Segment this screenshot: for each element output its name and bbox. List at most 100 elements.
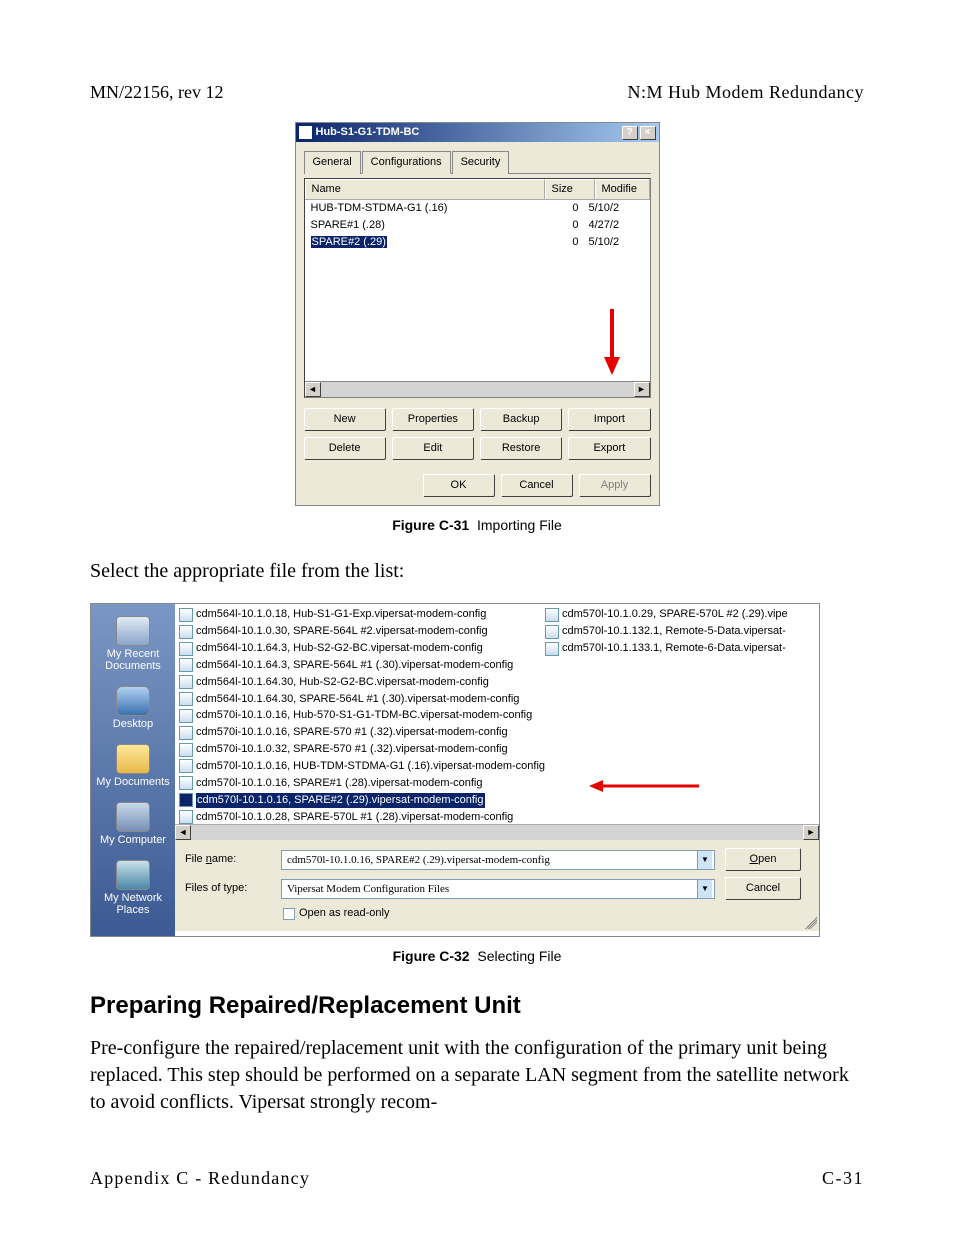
footer-right: C-31 [822,1166,864,1190]
places-bar: My Recent Documents Desktop My Documents… [91,604,175,936]
backup-button[interactable]: Backup [480,408,562,431]
scroll-left-button[interactable]: ◄ [305,382,321,397]
file-icon [179,709,193,723]
filename-combo[interactable]: ▼ [281,850,715,870]
col-name[interactable]: Name [305,179,545,199]
file-item[interactable]: cdm564l-10.1.0.18, Hub-S1-G1-Exp.vipersa… [179,606,545,623]
header-right: N:M Hub Modem Redundancy [628,80,864,104]
file-icon [179,625,193,639]
filetype-combo[interactable]: ▼ [281,879,715,899]
import-button[interactable]: Import [568,408,650,431]
scroll-left-button[interactable]: ◄ [175,825,191,840]
file-icon [179,642,193,656]
file-item[interactable]: cdm564l-10.1.64.3, Hub-S2-G2-BC.vipersat… [179,640,545,657]
config-dialog: Hub-S1-G1-TDM-BC ? × General Configurati… [295,122,660,505]
help-button[interactable]: ? [622,126,638,140]
desktop-icon [116,686,150,716]
file-open-dialog: My Recent Documents Desktop My Documents… [90,603,820,937]
apply-button[interactable]: Apply [579,474,651,497]
file-icon [179,608,193,622]
dialog-footer: OK Cancel Apply [304,470,651,497]
file-item[interactable]: cdm570l-10.1.0.16, SPARE#1 (.28).vipersa… [179,775,545,792]
table-row[interactable]: HUB-TDM-STDMA-G1 (.16) 0 5/10/2 [305,200,650,217]
scroll-right-button[interactable]: ► [803,825,819,840]
file-item[interactable]: cdm570l-10.1.0.16, SPARE#2 (.29).vipersa… [179,792,545,809]
ok-button[interactable]: OK [423,474,495,497]
file-item[interactable]: cdm564l-10.1.64.3, SPARE-564L #1 (.30).v… [179,657,545,674]
file-item[interactable]: cdm564l-10.1.0.30, SPARE-564L #2.vipersa… [179,623,545,640]
place-recent[interactable]: My Recent Documents [91,616,175,672]
file-item[interactable]: cdm570i-10.1.0.16, Hub-570-S1-G1-TDM-BC.… [179,707,545,724]
body-paragraph: Pre-configure the repaired/replacement u… [90,1035,864,1116]
tab-configurations[interactable]: Configurations [362,151,451,174]
file-list[interactable]: cdm564l-10.1.0.18, Hub-S1-G1-Exp.vipersa… [175,604,819,824]
cancel-button[interactable]: Cancel [725,877,801,900]
table-row-selected[interactable]: SPARE#2 (.29) 0 5/10/2 [305,234,650,251]
cancel-button[interactable]: Cancel [501,474,573,497]
section-heading: Preparing Repaired/Replacement Unit [90,990,864,1022]
scroll-track[interactable] [191,825,803,840]
file-item[interactable]: cdm570l-10.1.133.1, Remote-6-Data.vipers… [545,640,815,657]
button-grid: New Properties Backup Import Delete Edit… [304,408,651,460]
filename-input[interactable] [284,854,697,866]
file-item[interactable]: cdm570i-10.1.0.16, SPARE-570 #1 (.32).vi… [179,724,545,741]
col-modified[interactable]: Modifie [595,179,650,199]
horizontal-scrollbar[interactable]: ◄ ► [305,381,650,397]
page-header: MN/22156, rev 12 N:M Hub Modem Redundanc… [90,80,864,104]
recent-documents-icon [116,616,150,646]
file-item[interactable]: cdm570l-10.1.0.28, SPARE-570L #1 (.28).v… [179,809,545,825]
tab-security[interactable]: Security [452,151,510,174]
file-item[interactable]: cdm570i-10.1.0.32, SPARE-570 #1 (.32).vi… [179,741,545,758]
header-left: MN/22156, rev 12 [90,80,224,104]
open-button[interactable]: Open [725,848,801,871]
documents-icon [116,744,150,774]
place-computer[interactable]: My Computer [91,802,175,846]
close-button[interactable]: × [640,126,656,140]
export-button[interactable]: Export [568,437,650,460]
computer-icon [116,802,150,832]
table-row[interactable]: SPARE#1 (.28) 0 4/27/2 [305,217,650,234]
chevron-down-icon[interactable]: ▼ [697,851,712,869]
footer-left: Appendix C - Redundancy [90,1166,310,1190]
annotation-arrow-icon [589,779,699,793]
tab-general[interactable]: General [304,151,361,174]
readonly-row[interactable]: Open as read-only [281,906,715,921]
file-item[interactable]: cdm570l-10.1.132.1, Remote-5-Data.vipers… [545,623,815,640]
file-icon [545,608,559,622]
place-network[interactable]: My Network Places [91,860,175,916]
filetype-input[interactable] [284,883,697,895]
file-icon [179,675,193,689]
scroll-track[interactable] [321,382,634,397]
place-desktop[interactable]: Desktop [91,686,175,730]
readonly-checkbox[interactable] [283,908,295,920]
edit-button[interactable]: Edit [392,437,474,460]
list-body: HUB-TDM-STDMA-G1 (.16) 0 5/10/2 SPARE#1 … [305,200,650,251]
restore-button[interactable]: Restore [480,437,562,460]
filename-label: File name: [185,852,271,867]
filetype-label: Files of type: [185,881,271,896]
properties-button[interactable]: Properties [392,408,474,431]
file-icon [179,810,193,824]
readonly-label: Open as read-only [299,906,390,921]
file-icon [179,743,193,757]
scroll-right-button[interactable]: ► [634,382,650,397]
titlebar[interactable]: Hub-S1-G1-TDM-BC ? × [296,123,659,142]
file-item[interactable]: cdm570l-10.1.0.16, HUB-TDM-STDMA-G1 (.16… [179,758,545,775]
col-size[interactable]: Size [545,179,595,199]
page-footer: Appendix C - Redundancy C-31 [90,1166,864,1190]
chevron-down-icon[interactable]: ▼ [697,880,712,898]
place-documents[interactable]: My Documents [91,744,175,788]
file-horizontal-scrollbar[interactable]: ◄ ► [175,824,819,840]
delete-button[interactable]: Delete [304,437,386,460]
file-item[interactable]: cdm570l-10.1.0.29, SPARE-570L #2 (.29).v… [545,606,815,623]
network-icon [116,860,150,890]
file-icon [179,658,193,672]
config-list[interactable]: Name Size Modifie HUB-TDM-STDMA-G1 (.16)… [304,178,651,398]
file-item[interactable]: cdm564l-10.1.64.30, SPARE-564L #1 (.30).… [179,691,545,708]
new-button[interactable]: New [304,408,386,431]
file-icon [179,776,193,790]
figure-c31-caption: Figure C-31 Importing File [90,516,864,535]
window-title: Hub-S1-G1-TDM-BC [316,125,620,140]
file-item[interactable]: cdm564l-10.1.64.30, Hub-S2-G2-BC.vipersa… [179,674,545,691]
resize-handle-icon[interactable] [805,917,817,929]
